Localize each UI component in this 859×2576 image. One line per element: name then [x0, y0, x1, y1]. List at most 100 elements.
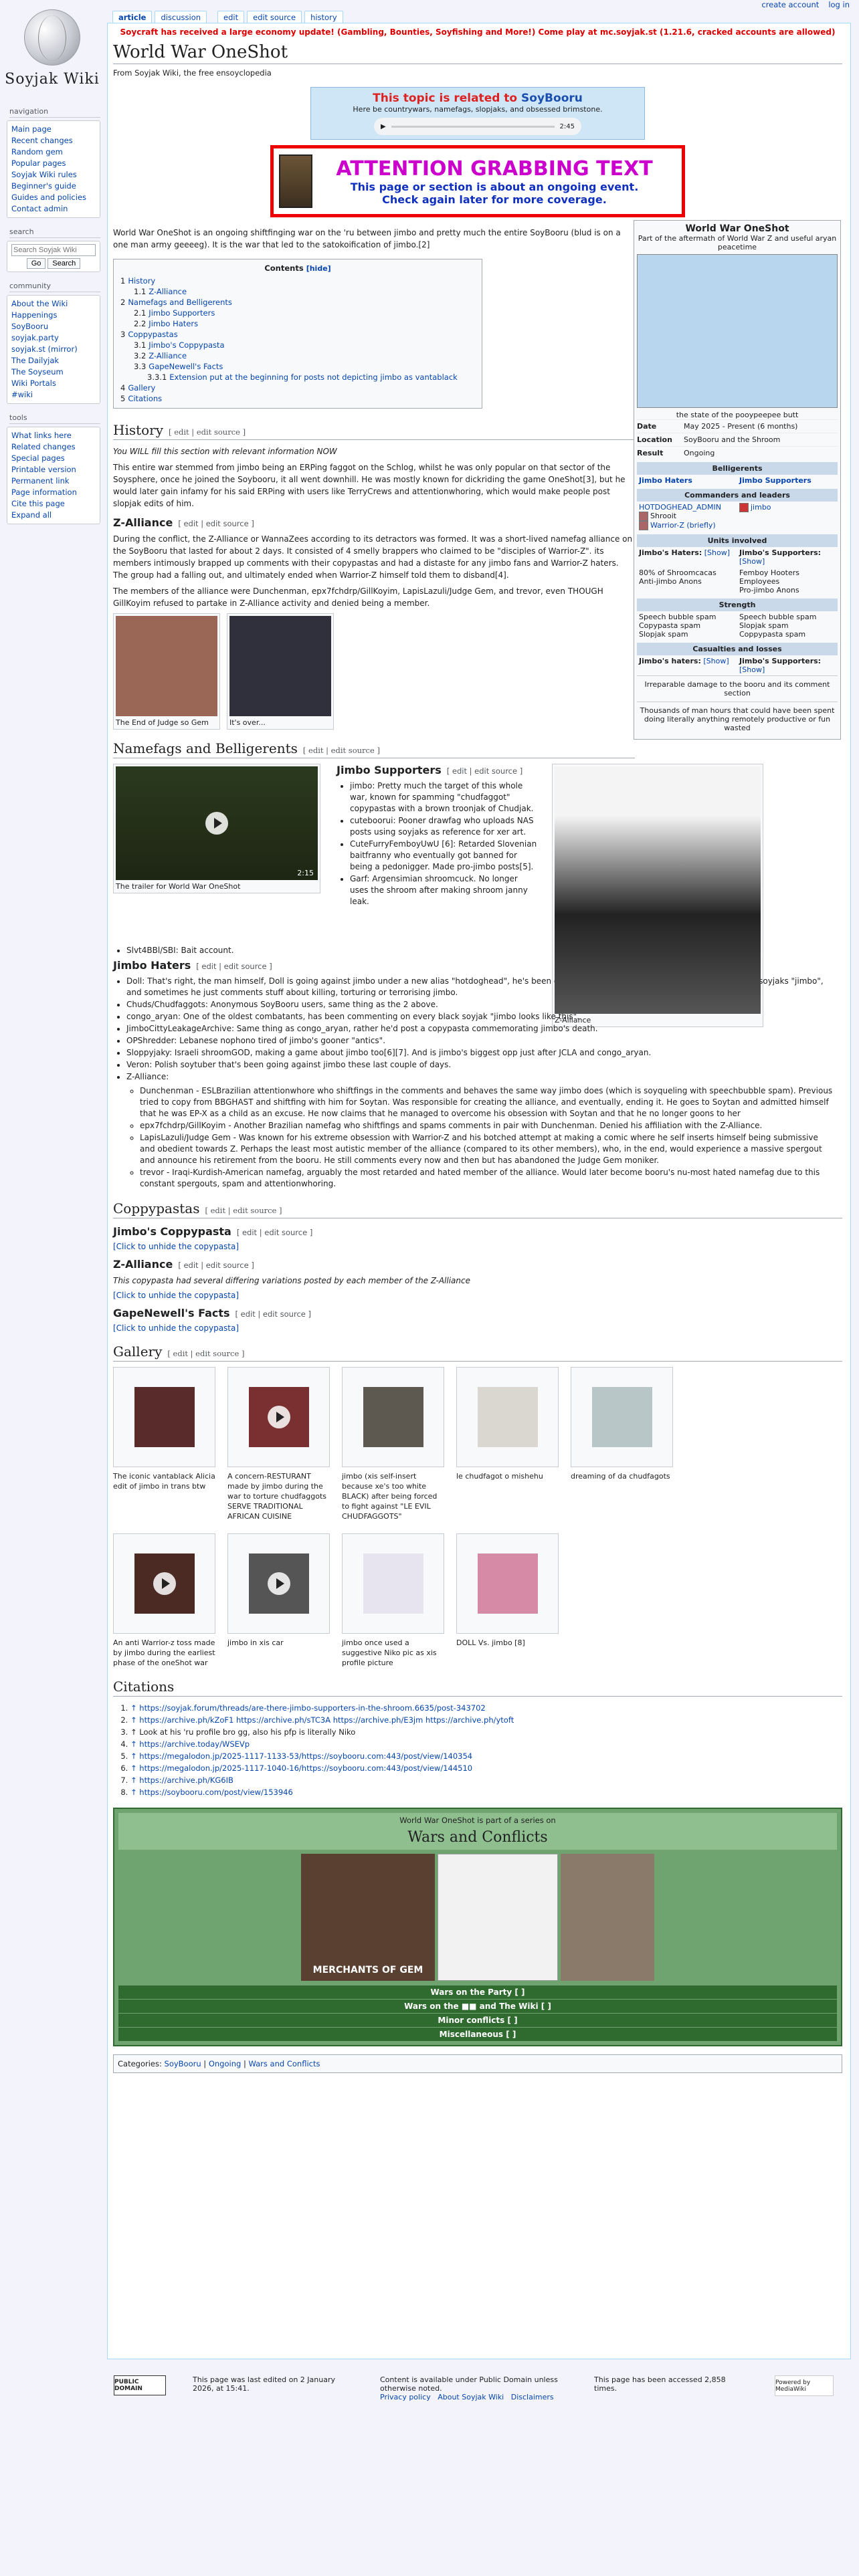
sidebar-item-wiki-portals[interactable]: Wiki Portals: [11, 379, 56, 388]
site-notice[interactable]: Soycraft has received a large economy up…: [113, 27, 842, 37]
play-icon[interactable]: ▶: [381, 123, 386, 130]
gallery-video[interactable]: [248, 1553, 309, 1614]
gallery-item[interactable]: jimbo in xis car: [227, 1533, 330, 1668]
gallery-image[interactable]: [591, 1387, 652, 1447]
category-link[interactable]: SoyBooru: [165, 2059, 201, 2068]
sidebar-item-special-pages[interactable]: Special pages: [11, 453, 65, 463]
category-link[interactable]: Ongoing: [209, 2059, 241, 2068]
public-domain-icon[interactable]: PUBLIC DOMAIN: [114, 2375, 166, 2395]
belligerent-link[interactable]: Jimbo Supporters: [739, 476, 812, 485]
gallery-item[interactable]: le chudfagot o mishehu: [456, 1367, 559, 1521]
toc-item[interactable]: 3.3.1 Extension put at the beginning for …: [120, 372, 475, 383]
sidebar-item-page-info[interactable]: Page information: [11, 488, 77, 497]
toc-item[interactable]: 1 History: [120, 276, 475, 286]
sidebar-item-what-links-here[interactable]: What links here: [11, 431, 72, 440]
search-input[interactable]: [11, 244, 96, 256]
login-link[interactable]: log in: [828, 0, 850, 9]
gallery-item[interactable]: The iconic vantablack Alicia edit of jim…: [113, 1367, 215, 1521]
edit-section-link[interactable]: [ edit | edit source ]: [169, 427, 246, 437]
gallery-item[interactable]: jimbo once used a suggestive Niko pic as…: [342, 1533, 444, 1668]
z-alliance-image[interactable]: [555, 766, 761, 1014]
category-link[interactable]: Wars and Conflicts: [249, 2059, 320, 2068]
sidebar-item-beginners-guide[interactable]: Beginner's guide: [11, 181, 76, 191]
reference-item[interactable]: ↑ https://megalodon.jp/2025-1117-1133-53…: [130, 1750, 842, 1762]
toc-item[interactable]: 5 Citations: [120, 393, 475, 404]
toc-item[interactable]: 2.1 Jimbo Supporters: [120, 308, 475, 318]
gallery-video[interactable]: [248, 1387, 309, 1447]
about-link[interactable]: About Soyjak Wiki: [438, 2393, 504, 2401]
infobox-map[interactable]: [637, 254, 838, 408]
tab-article[interactable]: article: [112, 11, 153, 23]
toc-item[interactable]: 4 Gallery: [120, 383, 475, 393]
sidebar-item-random-gem[interactable]: Random gem: [11, 147, 63, 156]
unhide-copypasta-link[interactable]: [Click to unhide the copypasta]: [113, 1291, 239, 1300]
gallery-item[interactable]: jimbo (xis self-insert because xe's too …: [342, 1367, 444, 1521]
judge-gem-image[interactable]: [116, 616, 217, 716]
site-logo[interactable]: Soyjak Wiki: [4, 4, 100, 98]
go-button[interactable]: Go: [26, 258, 46, 269]
reference-item[interactable]: ↑ https://soyjak.forum/threads/are-there…: [130, 1702, 842, 1714]
gallery-image[interactable]: [134, 1387, 195, 1447]
z-alliance-thumbnail[interactable]: Z-Alliance: [552, 764, 763, 1027]
play-icon[interactable]: [153, 1572, 176, 1595]
sidebar-item-rules[interactable]: Soyjak Wiki rules: [11, 170, 77, 179]
sidebar-item-happenings[interactable]: Happenings: [11, 310, 57, 320]
reference-item[interactable]: ↑ https://archive.ph/kZoF1 https://archi…: [130, 1714, 842, 1726]
mediawiki-icon[interactable]: Powered by MediaWiki: [775, 2375, 834, 2396]
edit-section-link[interactable]: [ edit | edit source ]: [237, 1228, 312, 1237]
sidebar-item-dailyjak[interactable]: The Dailyjak: [11, 356, 59, 365]
gallery-image[interactable]: [363, 1387, 423, 1447]
sidebar-item-printable[interactable]: Printable version: [11, 465, 76, 474]
soybooru-link[interactable]: SoyBooru: [521, 92, 583, 105]
commander-link[interactable]: jimbo: [751, 503, 771, 512]
reference-item[interactable]: ↑ https://archive.ph/KG6IB: [130, 1774, 842, 1786]
show-toggle[interactable]: [Show]: [739, 557, 765, 566]
toc-item[interactable]: 1.1 Z-Alliance: [120, 286, 475, 297]
edit-section-link[interactable]: [ edit | edit source ]: [167, 1349, 244, 1358]
sidebar-item-wiki-irc[interactable]: #wiki: [11, 390, 33, 399]
play-icon[interactable]: [267, 1406, 290, 1428]
search-button[interactable]: Search: [47, 258, 81, 269]
video-thumbnail[interactable]: 2:15 The trailer for World War OneShot: [113, 764, 320, 893]
show-toggle[interactable]: [Show]: [704, 548, 730, 557]
tab-history[interactable]: history: [304, 11, 343, 23]
sidebar-item-soyjak-party[interactable]: soyjak.party: [11, 333, 59, 342]
sidebar-item-permanent-link[interactable]: Permanent link: [11, 476, 70, 486]
gallery-video[interactable]: [134, 1553, 195, 1614]
toc-item[interactable]: 3 Coppypastas: [120, 329, 475, 340]
audio-player[interactable]: ▶ 2:45: [374, 118, 581, 135]
gallery-image[interactable]: [477, 1387, 538, 1447]
sidebar-item-soyjak-st[interactable]: soyjak.st (mirror): [11, 344, 78, 354]
gallery-image[interactable]: [363, 1553, 423, 1614]
sidebar-item-cite[interactable]: Cite this page: [11, 499, 65, 508]
navbox-row[interactable]: Minor conflicts [ ]: [118, 2013, 837, 2027]
toc-hide-link[interactable]: [hide]: [306, 264, 331, 273]
audio-progress[interactable]: [391, 125, 555, 128]
sidebar-item-main-page[interactable]: Main page: [11, 124, 52, 134]
navbox-row[interactable]: Miscellaneous [ ]: [118, 2027, 837, 2041]
play-icon[interactable]: [267, 1572, 290, 1595]
its-over-image[interactable]: [229, 616, 331, 716]
sidebar-item-soyseum[interactable]: The Soyseum: [11, 367, 64, 377]
edit-section-link[interactable]: [ edit | edit source ]: [447, 766, 522, 776]
edit-section-link[interactable]: [ edit | edit source ]: [178, 519, 254, 528]
unhide-copypasta-link[interactable]: [Click to unhide the copypasta]: [113, 1242, 239, 1251]
reference-item[interactable]: ↑ Look at his 'ru profile bro gg, also h…: [130, 1726, 842, 1738]
disclaimers-link[interactable]: Disclaimers: [511, 2393, 554, 2401]
edit-section-link[interactable]: [ edit | edit source ]: [178, 1261, 254, 1270]
privacy-link[interactable]: Privacy policy: [380, 2393, 431, 2401]
edit-section-link[interactable]: [ edit | edit source ]: [205, 1206, 282, 1215]
gallery-item[interactable]: DOLL Vs. jimbo [8]: [456, 1533, 559, 1668]
toc-item[interactable]: 3.1 Jimbo's Coppypasta: [120, 340, 475, 350]
navbox-row[interactable]: Wars on the Party [ ]: [118, 1985, 837, 1999]
navbox-row[interactable]: Wars on the ■■ and The Wiki [ ]: [118, 1999, 837, 2013]
sidebar-item-popular-pages[interactable]: Popular pages: [11, 158, 66, 168]
sidebar-item-related-changes[interactable]: Related changes: [11, 442, 76, 451]
show-toggle[interactable]: [Show]: [703, 657, 729, 665]
gallery-item[interactable]: A concern-RESTURANT made by jimbo during…: [227, 1367, 330, 1521]
edit-section-link[interactable]: [ edit | edit source ]: [196, 962, 272, 971]
thumbnail[interactable]: It's over...: [227, 613, 334, 730]
sidebar-item-contact-admin[interactable]: Contact admin: [11, 204, 68, 213]
play-icon[interactable]: [205, 812, 228, 835]
sidebar-item-recent-changes[interactable]: Recent changes: [11, 136, 73, 145]
